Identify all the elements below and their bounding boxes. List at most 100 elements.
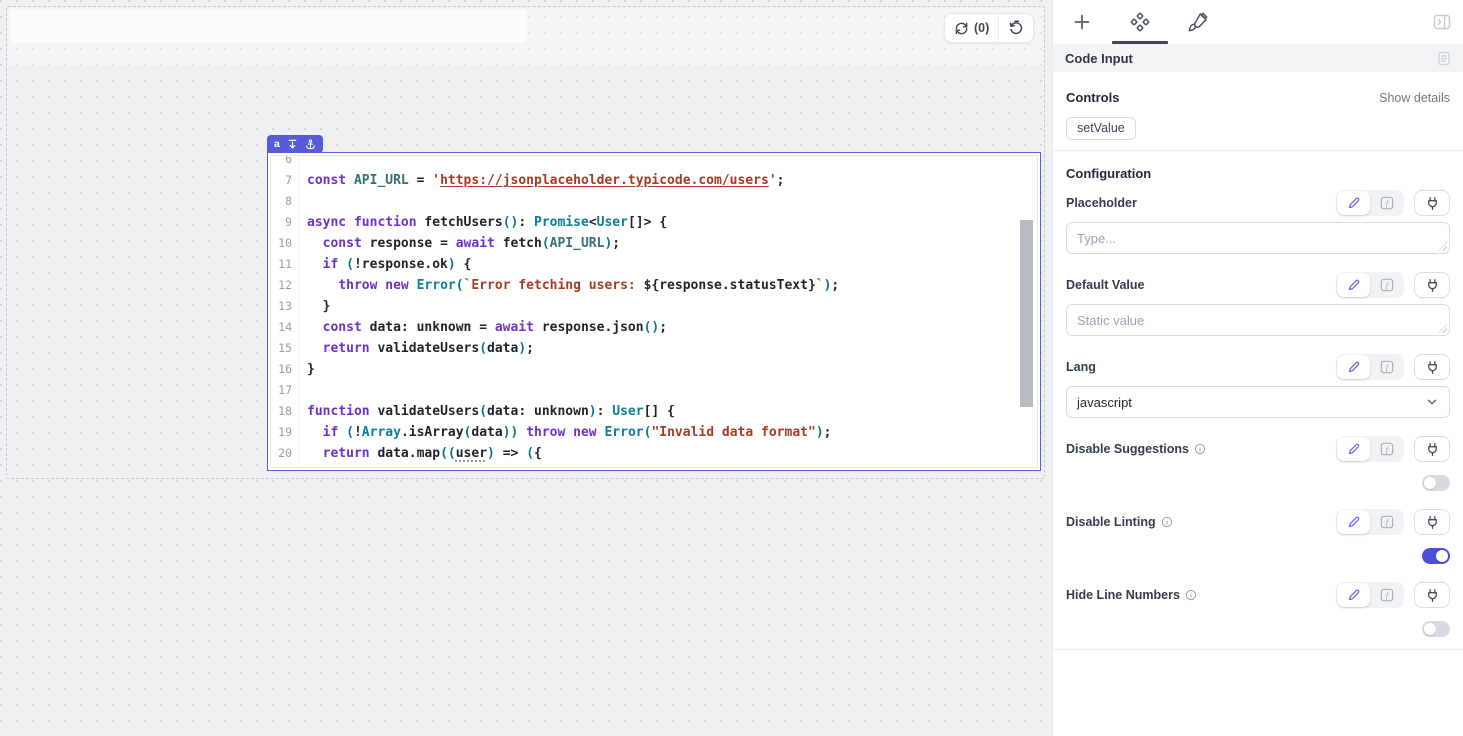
input-mode-pill: f [1336, 582, 1404, 608]
code-line[interactable]: 21 id: user.id, [271, 464, 1037, 468]
field-label: Lang [1066, 360, 1336, 374]
info-icon[interactable] [1185, 589, 1197, 601]
code-line[interactable]: 15 return validateUsers(data); [271, 338, 1037, 359]
disable-suggestions-toggle[interactable] [1422, 475, 1450, 491]
pencil-icon [1347, 360, 1361, 374]
expression-mode-button[interactable]: f [1370, 355, 1403, 379]
resize-handle[interactable] [1438, 242, 1447, 251]
svg-text:f: f [1385, 590, 1389, 600]
expression-mode-button[interactable]: f [1370, 273, 1403, 297]
static-mode-button[interactable] [1337, 583, 1370, 607]
expression-mode-button[interactable]: f [1370, 191, 1403, 215]
line-number: 15 [271, 338, 299, 359]
tab-component-inspector[interactable] [1111, 0, 1169, 44]
component-title: Code Input [1065, 51, 1437, 66]
editor-scrollbar[interactable] [1020, 220, 1033, 407]
static-mode-button[interactable] [1337, 355, 1370, 379]
input-mode-pill: f [1336, 190, 1404, 216]
code-line[interactable]: 14 const data: unknown = await response.… [271, 317, 1037, 338]
code-line[interactable]: 11 if (!response.ok) { [271, 254, 1037, 275]
input-mode-pill: f [1336, 436, 1404, 462]
info-icon[interactable] [1161, 516, 1173, 528]
info-icon[interactable] [1194, 443, 1206, 455]
bind-variable-button[interactable] [1414, 272, 1450, 298]
tab-add-component[interactable] [1053, 0, 1111, 44]
line-number: 16 [271, 359, 299, 380]
editor-canvas[interactable]: (0) a [0, 0, 1052, 736]
code-line[interactable]: 10 const response = await fetch(API_URL)… [271, 233, 1037, 254]
line-number: 21 [271, 464, 299, 468]
expression-mode-button[interactable]: f [1370, 437, 1403, 461]
history-icon [1008, 20, 1024, 36]
show-details-link[interactable]: Show details [1379, 91, 1450, 105]
code-text: function validateUsers(data: unknown): U… [299, 401, 675, 422]
code-line[interactable]: 8 [271, 191, 1037, 212]
fx-icon: f [1380, 360, 1394, 374]
code-text: const data: unknown = await response.jso… [299, 317, 667, 338]
active-tab-indicator [1112, 41, 1168, 44]
code-editor[interactable]: 67const API_URL = 'https://jsonplacehold… [270, 155, 1038, 468]
refresh-queries-button[interactable]: (0) [945, 14, 998, 42]
field-label: Hide Line Numbers [1066, 588, 1336, 602]
bind-variable-button[interactable] [1414, 582, 1450, 608]
code-line[interactable]: 6 [271, 155, 1037, 170]
fx-icon: f [1380, 196, 1394, 210]
canvas-controls: (0) [944, 13, 1034, 43]
placeholder-input[interactable]: Type... [1066, 222, 1450, 254]
tabs-spacer [1227, 0, 1433, 44]
static-mode-button[interactable] [1337, 437, 1370, 461]
code-line[interactable]: 7const API_URL = 'https://jsonplaceholde… [271, 170, 1037, 191]
field-disable-suggestions: Disable Suggestions f [1066, 436, 1450, 491]
bind-variable-button[interactable] [1414, 436, 1450, 462]
plug-icon [1425, 515, 1440, 530]
default-value-input[interactable]: Static value [1066, 304, 1450, 336]
field-hide-line-numbers: Hide Line Numbers f [1066, 582, 1450, 637]
static-mode-button[interactable] [1337, 191, 1370, 215]
code-line[interactable]: 19 if (!Array.isArray(data)) throw new E… [271, 422, 1037, 443]
code-text: if (!response.ok) { [299, 254, 471, 275]
code-text: async function fetchUsers(): Promise<Use… [299, 212, 667, 233]
static-mode-button[interactable] [1337, 273, 1370, 297]
chevron-down-icon [1425, 395, 1439, 409]
line-number: 18 [271, 401, 299, 422]
bind-variable-button[interactable] [1414, 509, 1450, 535]
code-line[interactable]: 20 return data.map((user) => ({ [271, 443, 1037, 464]
refresh-count: (0) [974, 21, 989, 35]
header-placeholder [10, 10, 527, 43]
history-button[interactable] [999, 14, 1033, 42]
line-number: 13 [271, 296, 299, 317]
code-line[interactable]: 16} [271, 359, 1037, 380]
svg-text:f: f [1385, 362, 1389, 372]
dock-down-icon[interactable] [287, 139, 298, 150]
line-number: 12 [271, 275, 299, 296]
collapse-panel-button[interactable] [1433, 0, 1451, 44]
bind-variable-button[interactable] [1414, 354, 1450, 380]
inspector-panel: Code Input Controls Show details setValu… [1052, 0, 1463, 736]
code-input-component[interactable]: a 67const API_URL = 'https://jsonplaceho… [267, 152, 1041, 471]
tab-styles[interactable] [1169, 0, 1227, 44]
line-number: 17 [271, 380, 299, 401]
configuration-section-title: Configuration [1066, 166, 1450, 181]
field-disable-linting: Disable Linting f [1066, 509, 1450, 564]
docs-icon[interactable] [1437, 51, 1451, 66]
line-number: 8 [271, 191, 299, 212]
lang-select[interactable]: javascript [1066, 386, 1450, 418]
resize-handle[interactable] [1438, 324, 1447, 333]
bind-variable-button[interactable] [1414, 190, 1450, 216]
plus-icon [1072, 12, 1092, 32]
code-line[interactable]: 17 [271, 380, 1037, 401]
code-line[interactable]: 12 throw new Error(`Error fetching users… [271, 275, 1037, 296]
disable-linting-toggle[interactable] [1422, 548, 1450, 564]
hide-line-numbers-toggle[interactable] [1422, 621, 1450, 637]
static-mode-button[interactable] [1337, 510, 1370, 534]
field-default-value: Default Value f Static value [1066, 272, 1450, 336]
code-line[interactable]: 18function validateUsers(data: unknown):… [271, 401, 1037, 422]
expression-mode-button[interactable]: f [1370, 510, 1403, 534]
expression-mode-button[interactable]: f [1370, 583, 1403, 607]
setvalue-method-chip[interactable]: setValue [1066, 117, 1136, 140]
code-line[interactable]: 9async function fetchUsers(): Promise<Us… [271, 212, 1037, 233]
anchor-icon[interactable] [305, 139, 316, 150]
code-line[interactable]: 13 } [271, 296, 1037, 317]
pencil-icon [1347, 196, 1361, 210]
code-text: const API_URL = 'https://jsonplaceholder… [299, 170, 784, 191]
